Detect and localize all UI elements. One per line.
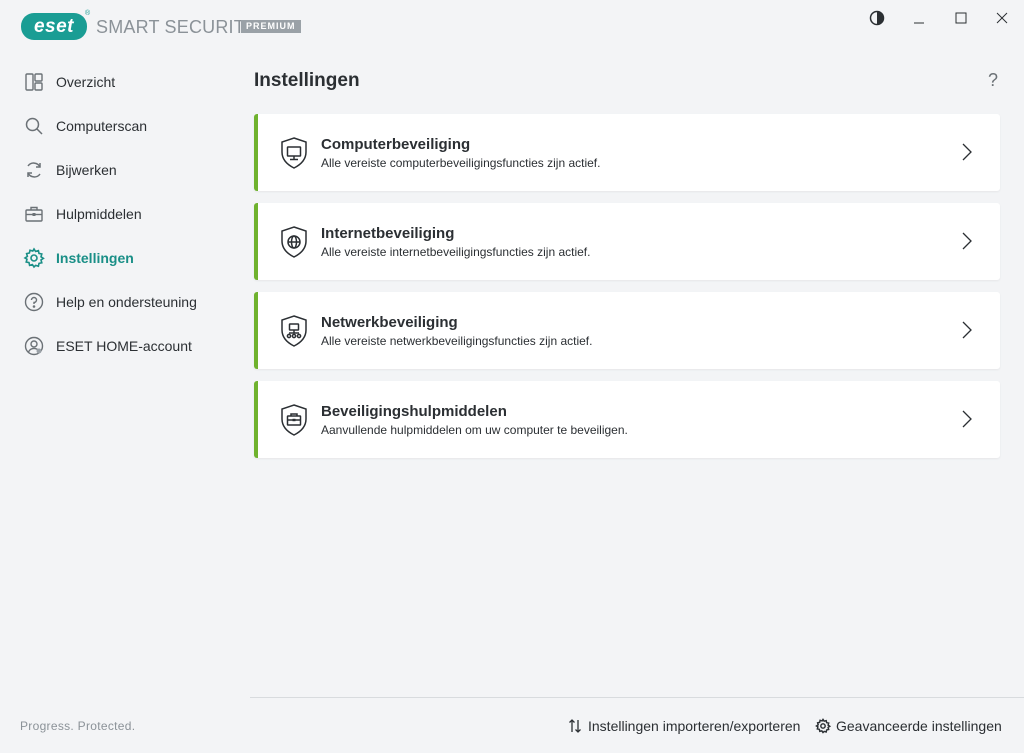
shield-toolbox-icon	[278, 403, 310, 437]
minimize-icon[interactable]	[908, 8, 930, 28]
shield-network-icon	[278, 314, 310, 348]
help-button[interactable]: ?	[988, 70, 998, 91]
card-title: Computerbeveiliging	[321, 136, 470, 153]
registered-mark: ®	[85, 10, 90, 17]
card-description: Aanvullende hulpmiddelen om uw computer …	[321, 423, 628, 437]
card-description: Alle vereiste internetbeveiligingsfuncti…	[321, 245, 590, 259]
sidebar-item-overzicht[interactable]: Overzicht	[0, 60, 240, 104]
app-window: eset ® SMART SECURITY PREMIUM Overzicht	[0, 0, 1024, 753]
footer-divider	[250, 697, 1024, 698]
maximize-icon[interactable]	[950, 8, 972, 28]
eset-logo-badge: eset	[21, 13, 87, 40]
sidebar-item-instellingen[interactable]: Instellingen	[0, 236, 240, 280]
card-title: Internetbeveiliging	[321, 225, 454, 242]
close-icon[interactable]	[991, 8, 1013, 28]
tagline: Progress. Protected.	[20, 719, 135, 733]
account-icon	[22, 334, 46, 358]
title-bar: eset ® SMART SECURITY PREMIUM	[0, 0, 1024, 52]
card-computerbeveiliging[interactable]: Computerbeveiliging Alle vereiste comput…	[254, 114, 1000, 191]
import-export-label: Instellingen importeren/exporteren	[588, 718, 800, 734]
card-title: Beveiligingshulpmiddelen	[321, 403, 507, 420]
sidebar-item-label: ESET HOME-account	[56, 338, 192, 354]
dashboard-icon	[22, 70, 46, 94]
gear-icon	[22, 246, 46, 270]
search-icon	[22, 114, 46, 138]
sidebar-item-label: Help en ondersteuning	[56, 294, 197, 310]
card-title: Netwerkbeveiliging	[321, 314, 458, 331]
help-circle-icon	[22, 290, 46, 314]
sidebar-item-computerscan[interactable]: Computerscan	[0, 104, 240, 148]
sidebar-item-label: Overzicht	[56, 74, 115, 90]
card-description: Alle vereiste computerbeveiligingsfuncti…	[321, 156, 600, 170]
sidebar-item-hulpmiddelen[interactable]: Hulpmiddelen	[0, 192, 240, 236]
product-name: SMART SECURITY	[96, 17, 257, 38]
import-export-icon	[566, 717, 584, 735]
chevron-right-icon	[960, 141, 974, 163]
sidebar-item-label: Bijwerken	[56, 162, 117, 178]
chevron-right-icon	[960, 230, 974, 252]
toolbox-icon	[22, 202, 46, 226]
card-internetbeveiliging[interactable]: Internetbeveiliging Alle vereiste intern…	[254, 203, 1000, 280]
card-beveiligingshulpmiddelen[interactable]: Beveiligingshulpmiddelen Aanvullende hul…	[254, 381, 1000, 458]
sidebar-item-label: Computerscan	[56, 118, 147, 134]
sidebar-item-label: Instellingen	[56, 250, 134, 266]
contrast-icon[interactable]	[866, 8, 888, 28]
shield-monitor-icon	[278, 136, 310, 170]
refresh-icon	[22, 158, 46, 182]
chevron-right-icon	[960, 319, 974, 341]
import-export-button[interactable]: Instellingen importeren/exporteren	[566, 717, 800, 735]
shield-globe-icon	[278, 225, 310, 259]
sidebar: Overzicht Computerscan Bijwerken Hulpmid…	[0, 60, 240, 368]
sidebar-item-eset-home[interactable]: ESET HOME-account	[0, 324, 240, 368]
card-description: Alle vereiste netwerkbeveiligingsfunctie…	[321, 334, 592, 348]
gear-icon	[814, 717, 832, 735]
page-title: Instellingen	[254, 70, 360, 92]
sidebar-item-bijwerken[interactable]: Bijwerken	[0, 148, 240, 192]
card-netwerkbeveiliging[interactable]: Netwerkbeveiliging Alle vereiste netwerk…	[254, 292, 1000, 369]
sidebar-item-label: Hulpmiddelen	[56, 206, 142, 222]
eset-logo: eset ®	[21, 13, 87, 40]
chevron-right-icon	[960, 408, 974, 430]
sidebar-item-help[interactable]: Help en ondersteuning	[0, 280, 240, 324]
advanced-settings-button[interactable]: Geavanceerde instellingen	[814, 717, 1002, 735]
edition-badge: PREMIUM	[241, 20, 301, 33]
advanced-settings-label: Geavanceerde instellingen	[836, 718, 1002, 734]
